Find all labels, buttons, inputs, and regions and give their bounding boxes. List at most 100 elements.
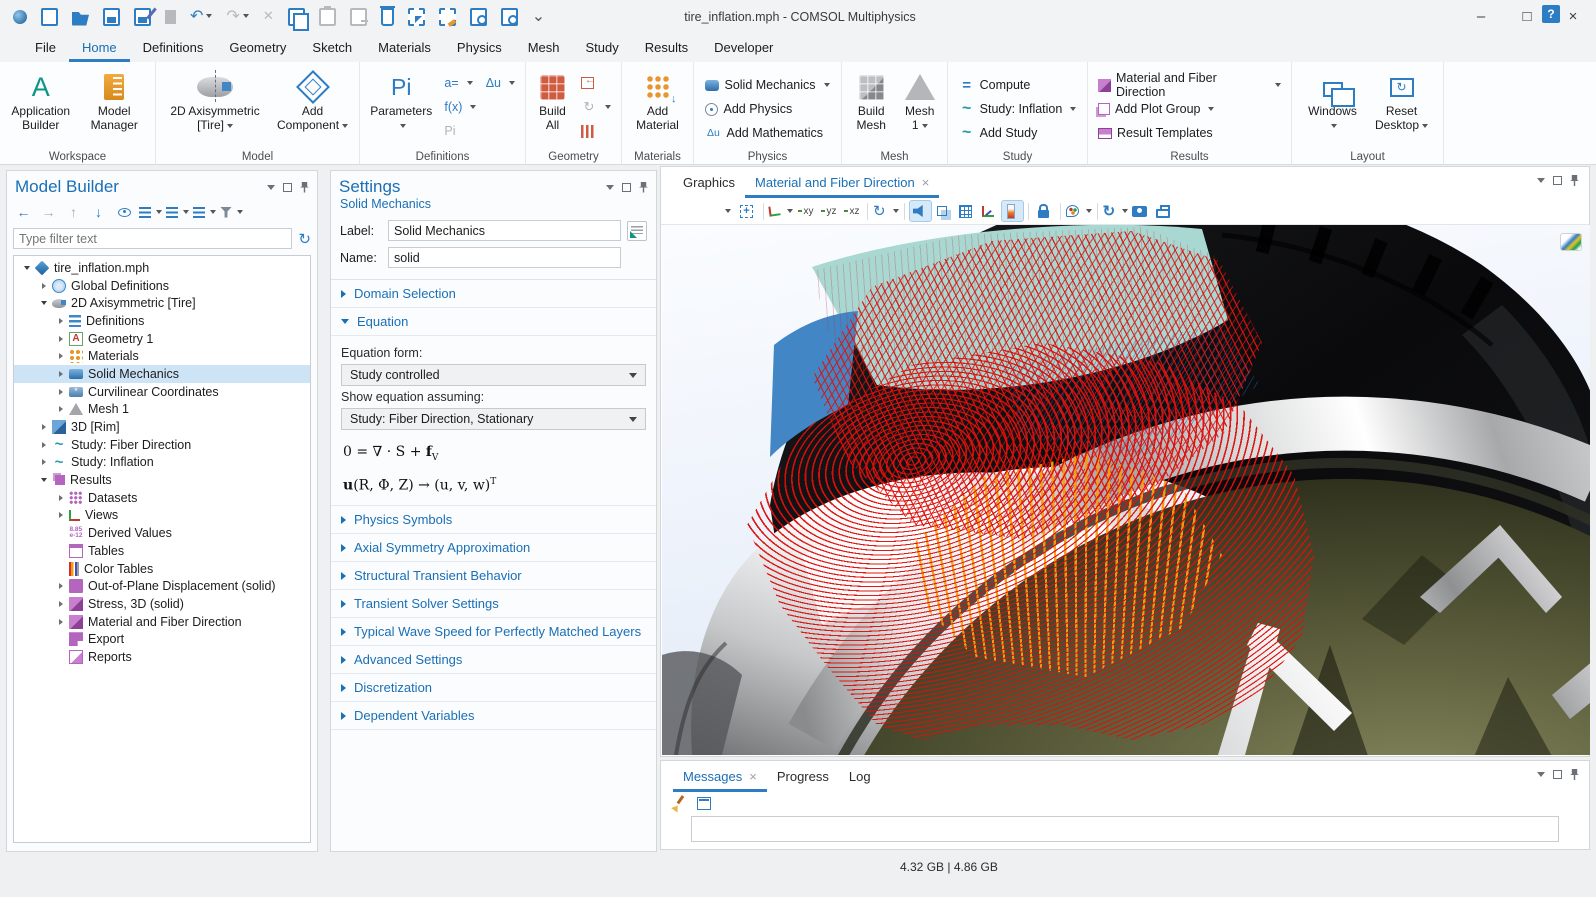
tree-filter-input[interactable]	[13, 228, 292, 249]
move-down-icon[interactable]	[88, 201, 111, 223]
section-transient-solver-settings[interactable]: Transient Solver Settings	[331, 590, 656, 618]
tree-expander-icon[interactable]	[54, 583, 67, 589]
tree-expander-icon[interactable]	[54, 353, 67, 359]
tab-progress[interactable]: Progress	[767, 761, 839, 792]
view-xz-icon[interactable]: xz	[840, 200, 863, 222]
clear-log-icon[interactable]	[671, 795, 687, 811]
tab-results[interactable]: Results	[632, 33, 701, 62]
panel-menu-caret-icon[interactable]	[1537, 772, 1545, 777]
variables-button[interactable]: a=Δu	[440, 73, 519, 93]
tree-expander-icon[interactable]	[54, 512, 67, 518]
tab-file[interactable]: File	[22, 33, 69, 62]
tab-home[interactable]: Home	[69, 33, 130, 62]
tree-expander-icon[interactable]	[37, 283, 50, 289]
add-study-button[interactable]: Add Study	[955, 123, 1081, 143]
tree-item[interactable]: Views	[14, 507, 310, 525]
tab-material-and-fiber-direction[interactable]: Material and Fiber Direction	[745, 167, 939, 198]
geometry-parts-button[interactable]	[577, 121, 615, 141]
move-up-icon[interactable]	[63, 201, 86, 223]
tree-item[interactable]: Solid Mechanics	[14, 365, 310, 383]
section-advanced-settings[interactable]: Advanced Settings	[331, 646, 656, 674]
panel-menu-caret-icon[interactable]	[606, 185, 614, 190]
tree-item[interactable]: Reports	[14, 648, 310, 666]
result-templates-button[interactable]: Result Templates	[1094, 123, 1285, 143]
tree-item[interactable]: Geometry 1	[14, 330, 310, 348]
tree-item[interactable]: Export	[14, 630, 310, 648]
scene-light-icon[interactable]	[909, 200, 932, 222]
section-equation[interactable]: Equation	[331, 308, 656, 336]
tree-expander-icon[interactable]	[37, 424, 50, 430]
functions-button[interactable]: f(x)	[440, 97, 519, 117]
float-panel-icon[interactable]	[1553, 176, 1562, 185]
filter-icon[interactable]	[219, 201, 244, 223]
pin-panel-icon[interactable]	[300, 182, 309, 193]
material-and-fiber-direction-button[interactable]: Material and Fiber Direction	[1094, 75, 1285, 95]
go-to-view-icon[interactable]	[768, 200, 794, 222]
tree-item[interactable]: Datasets	[14, 489, 310, 507]
delete-icon[interactable]	[381, 8, 394, 26]
section-dependent-variables[interactable]: Dependent Variables	[331, 702, 656, 730]
tree-item[interactable]: 3D [Rim]	[14, 418, 310, 436]
transparency-icon[interactable]	[932, 200, 955, 222]
insert-sequence-button[interactable]	[577, 73, 615, 93]
name-field-input[interactable]	[388, 247, 621, 268]
tab-physics[interactable]: Physics	[444, 33, 515, 62]
graphics-viewport-3d-tire[interactable]	[662, 225, 1590, 755]
tree-expander-icon[interactable]	[54, 318, 67, 324]
equation-form-select[interactable]: Study controlled	[341, 364, 646, 386]
find-icon[interactable]	[501, 8, 518, 26]
section-axial-symmetry-approximation[interactable]: Axial Symmetry Approximation	[331, 534, 656, 562]
tree-item[interactable]: Stress, 3D (solid)	[14, 595, 310, 613]
build-mesh-button[interactable]: BuildMesh	[848, 67, 894, 148]
model-manager-button[interactable]: ModelManager	[80, 67, 150, 148]
palette-icon[interactable]	[1065, 200, 1093, 222]
tree-item[interactable]: Materials	[14, 347, 310, 365]
redo-icon[interactable]	[226, 8, 248, 26]
study-inflation-button[interactable]: Study: Inflation	[955, 99, 1081, 119]
select-icon[interactable]	[408, 8, 425, 26]
tree-expander-icon[interactable]	[54, 406, 67, 412]
tree-item[interactable]: Material and Fiber Direction	[14, 613, 310, 631]
open-file-icon[interactable]	[72, 8, 89, 26]
close-tab-icon[interactable]	[749, 769, 757, 784]
tree-expander-icon[interactable]	[37, 459, 50, 465]
tree-expander-icon[interactable]	[54, 371, 67, 377]
add-plot-group-button[interactable]: Add Plot Group	[1094, 99, 1285, 119]
deselect-icon[interactable]	[439, 8, 456, 26]
tree-item[interactable]: Out-of-Plane Displacement (solid)	[14, 577, 310, 595]
tree-expander-icon[interactable]	[54, 336, 67, 342]
help-button[interactable]: ?	[1542, 5, 1560, 23]
tree-expander-icon[interactable]	[54, 495, 67, 501]
add-material-button[interactable]: AddMaterial	[628, 67, 687, 148]
print-icon[interactable]	[1152, 200, 1175, 222]
section-typical-wave-speed[interactable]: Typical Wave Speed for Perfectly Matched…	[331, 618, 656, 646]
section-domain-selection[interactable]: Domain Selection	[331, 280, 656, 308]
zoom-in-icon[interactable]	[667, 200, 690, 222]
messages-output-area[interactable]	[691, 816, 1559, 842]
forward-icon[interactable]	[38, 201, 61, 223]
app-logo-icon[interactable]	[13, 10, 27, 24]
tree-item[interactable]: tire_inflation.mph	[14, 259, 310, 277]
mesh-1-button[interactable]: Mesh1	[898, 67, 941, 148]
tree-item[interactable]: Definitions	[14, 312, 310, 330]
section-structural-transient-behavior[interactable]: Structural Transient Behavior	[331, 562, 656, 590]
windows-button[interactable]: Windows	[1301, 67, 1365, 148]
zoom-box-icon[interactable]	[713, 200, 736, 222]
zoom-extents-icon[interactable]	[736, 200, 759, 222]
tree-expander-icon[interactable]	[37, 442, 50, 448]
compute-button[interactable]: Compute	[955, 75, 1081, 95]
tree-item[interactable]: Color Tables	[14, 560, 310, 578]
preview-icon[interactable]	[470, 8, 487, 26]
tab-messages[interactable]: Messages	[673, 761, 767, 792]
tree-expander-icon[interactable]	[20, 266, 33, 270]
tree-item[interactable]: Study: Fiber Direction	[14, 436, 310, 454]
pin-panel-icon[interactable]	[1570, 769, 1579, 780]
minimize-button[interactable]: –	[1458, 0, 1504, 33]
reset-desktop-button[interactable]: ResetDesktop	[1369, 67, 1435, 148]
tree-item[interactable]: Global Definitions	[14, 277, 310, 295]
viewport-thumbnail-button[interactable]	[1560, 233, 1582, 251]
pin-panel-icon[interactable]	[639, 182, 648, 193]
axis-orientation-icon[interactable]	[978, 200, 1001, 222]
expand-all-icon[interactable]	[138, 201, 163, 223]
update-geometry-button[interactable]	[577, 97, 615, 117]
